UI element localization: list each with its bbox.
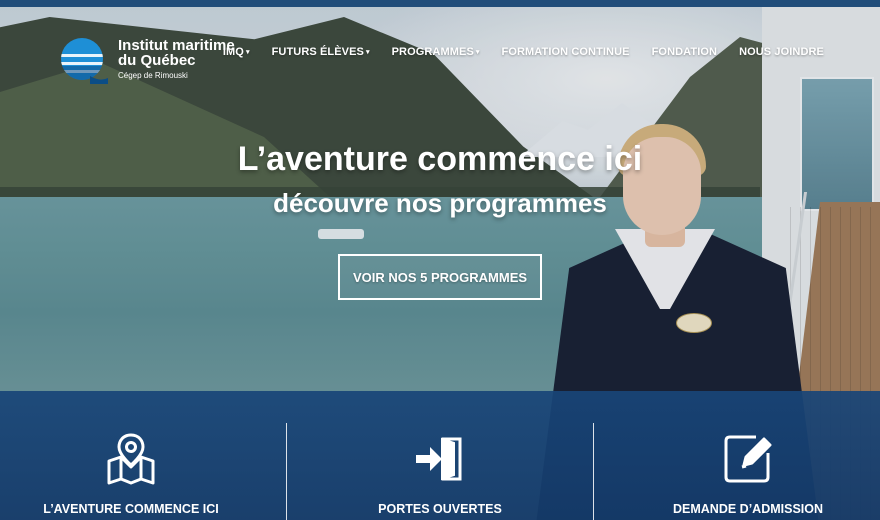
divider xyxy=(286,423,287,520)
edit-form-icon xyxy=(720,431,776,492)
nav-item-formation-continue[interactable]: FORMATION CONTINUE xyxy=(502,46,630,58)
nav-item-programmes[interactable]: PROGRAMMES ▾ xyxy=(392,46,480,58)
nav-item-label: PROGRAMMES xyxy=(391,46,474,58)
nav-item-fondation[interactable]: FONDATION xyxy=(652,46,717,58)
quick-link-label: DEMANDE D’ADMISSION xyxy=(672,502,824,516)
quick-link-label: L’AVENTURE COMMENCE ICI xyxy=(43,502,219,516)
logo-subtitle: Cégep de Rimouski xyxy=(118,71,188,80)
top-accent-bar xyxy=(0,0,880,7)
map-pin-icon xyxy=(103,431,159,492)
logo-title-line1: Institut maritime xyxy=(118,37,235,54)
nav-item-label: NOUS JOINDRE xyxy=(739,46,824,58)
nav-item-label: FONDATION xyxy=(651,46,718,58)
nav-item-futurs-eleves[interactable]: FUTURS ÉLÈVES ▾ xyxy=(272,46,370,58)
divider xyxy=(593,423,594,520)
logo-globe-icon xyxy=(60,38,108,84)
nav-item-label: FUTURS ÉLÈVES xyxy=(271,46,364,58)
nav-item-nous-joindre[interactable]: NOUS JOINDRE xyxy=(739,46,824,58)
quick-link-label: PORTES OUVERTES xyxy=(378,502,502,516)
main-nav: IMQ ▾ FUTURS ÉLÈVES ▾ PROGRAMMES ▾ FORMATIO… xyxy=(223,46,824,58)
caret-down-icon: ▾ xyxy=(475,49,480,56)
quick-links-panel: L’AVENTURE COMMENCE ICI PORTES OUVERTES xyxy=(0,391,880,520)
door-enter-icon xyxy=(412,431,468,492)
hero-subheadline: découvre nos programmes xyxy=(273,188,607,218)
hero-headline: L’aventure commence ici xyxy=(0,140,880,179)
view-programs-button[interactable]: VOIR NOS 5 PROGRAMMES xyxy=(338,254,542,300)
page: Institut maritime du Québec Cégep de Rim… xyxy=(0,0,880,520)
caret-down-icon: ▾ xyxy=(245,49,250,56)
nav-item-imq[interactable]: IMQ ▾ xyxy=(223,46,250,58)
hero-headline-text: L’aventure commence ici xyxy=(237,140,643,178)
logo-text: Institut maritime du Québec Cégep de Rim… xyxy=(118,38,235,80)
caret-down-icon: ▾ xyxy=(365,49,370,56)
nav-item-label: IMQ xyxy=(222,46,244,58)
nav-item-label: FORMATION CONTINUE xyxy=(501,46,630,58)
site-logo[interactable]: Institut maritime du Québec Cégep de Rim… xyxy=(60,38,235,84)
logo-title-line2: du Québec xyxy=(118,52,196,69)
